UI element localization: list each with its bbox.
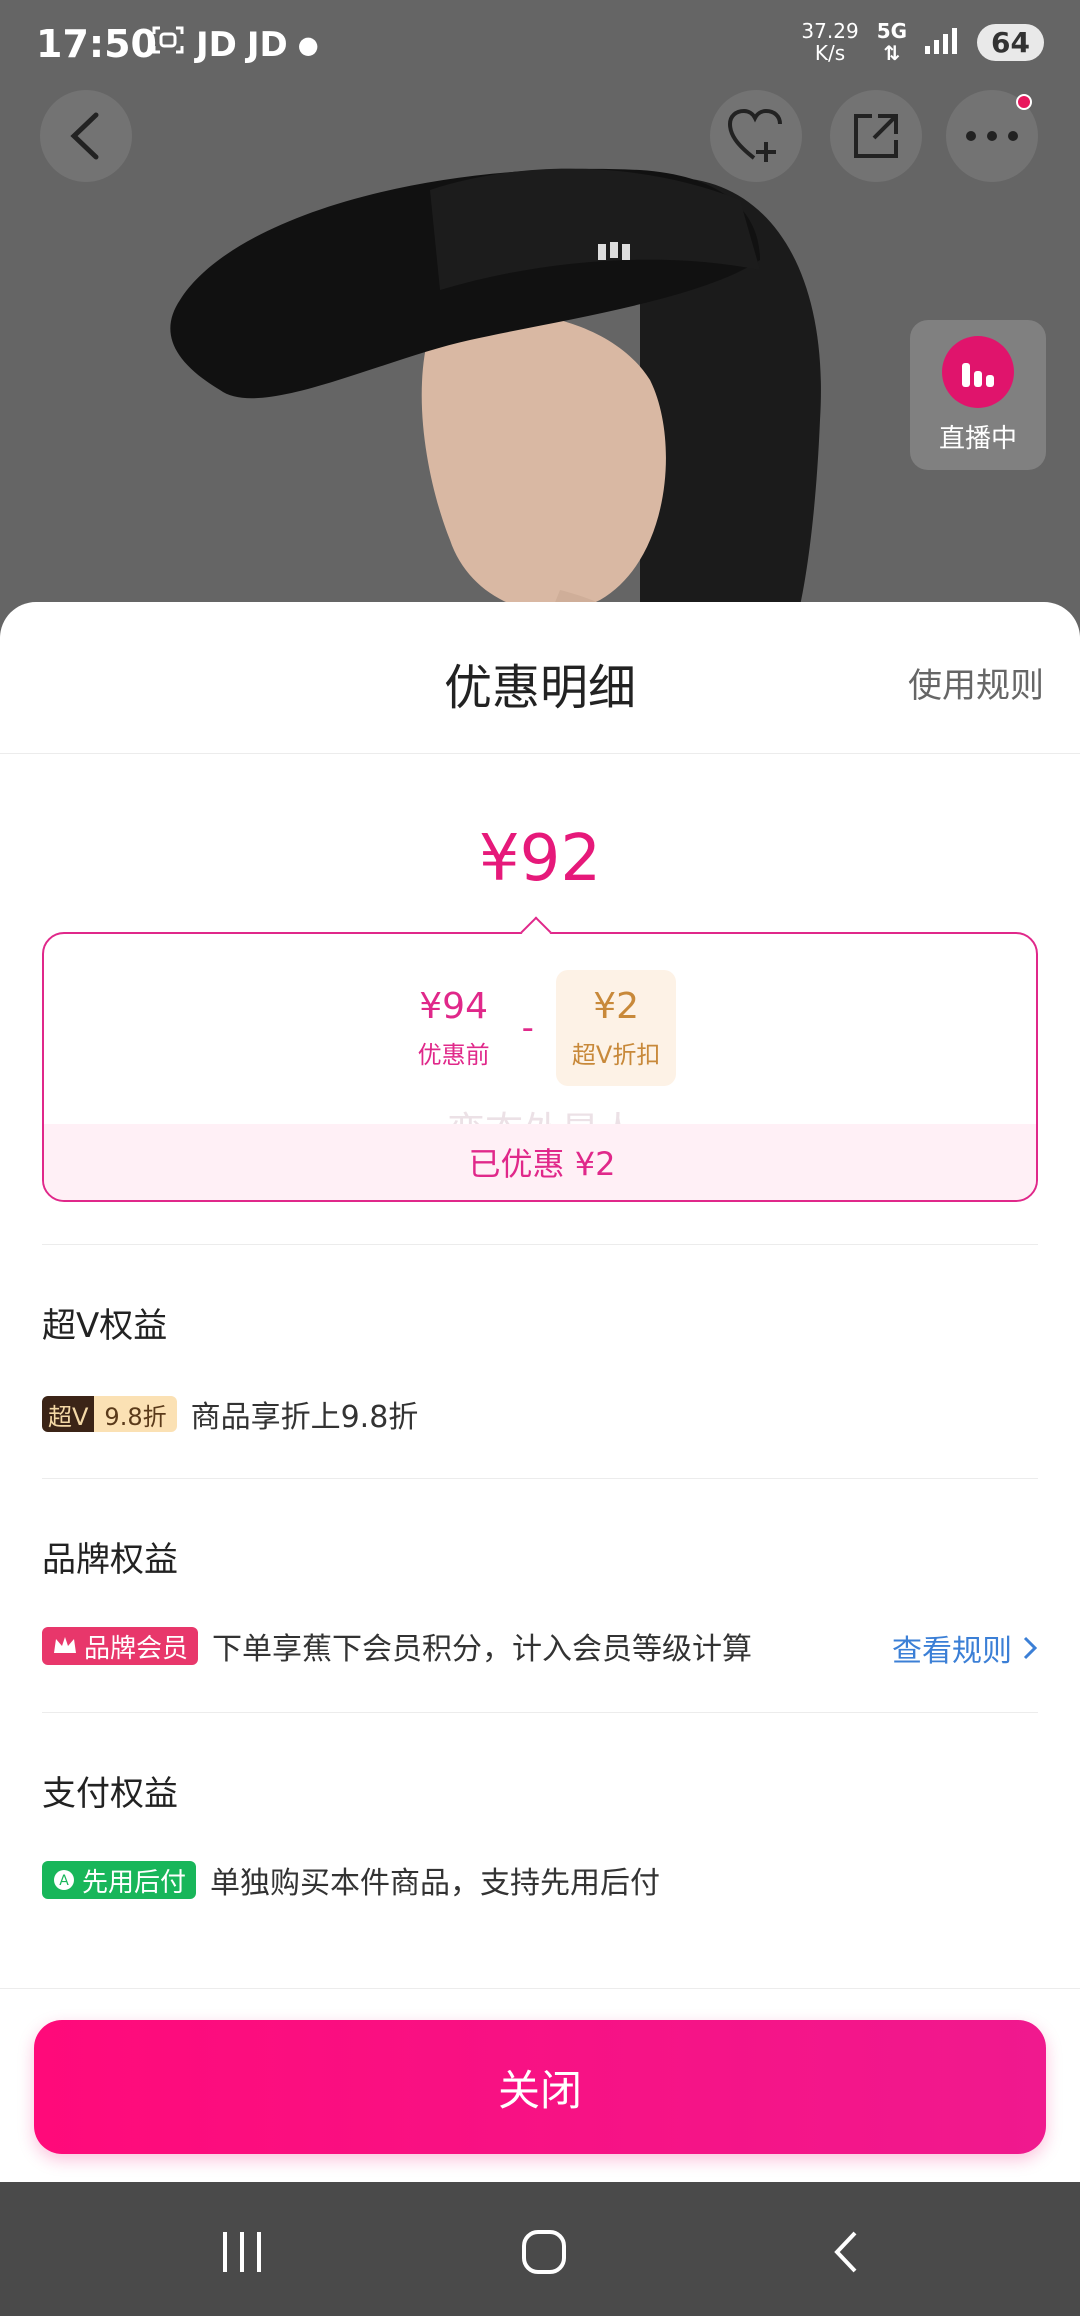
- live-bars-icon: [942, 335, 1014, 408]
- heart-plus-icon: [727, 108, 782, 162]
- more-button[interactable]: [946, 90, 1038, 182]
- divider: [42, 1478, 1038, 1479]
- recent-apps-icon: [223, 2232, 261, 2272]
- system-navigation-bar: [0, 2182, 1080, 2316]
- price-calculation-box: ¥94 优惠前 - ¥2 超V折扣 变态外星人 已优惠 ¥2: [42, 932, 1038, 1202]
- product-photo: [0, 0, 1080, 640]
- divider: [42, 1244, 1038, 1245]
- superv-tag: 超V 9.8折: [42, 1396, 177, 1432]
- status-app-icons: JD JD ●: [150, 24, 319, 65]
- usage-rules-link[interactable]: 使用规则: [908, 658, 1044, 707]
- brand-member-tag: 品牌会员: [42, 1627, 199, 1665]
- discount-detail-sheet: 优惠明细 使用规则 ¥92 ¥94 优惠前 - ¥2 超V折扣 变态外星人 已优…: [0, 602, 1080, 2182]
- more-dots-icon: [966, 131, 1018, 141]
- original-price: ¥94 优惠前: [417, 986, 490, 1069]
- brand-benefit-row: 品牌会员 下单享蕉下会员积分，计入会员等级计算: [42, 1624, 752, 1668]
- final-price: ¥92: [478, 822, 602, 896]
- recent-apps-button[interactable]: [202, 2222, 282, 2282]
- back-arrow-icon: [834, 2231, 857, 2273]
- system-back-button[interactable]: [806, 2222, 886, 2282]
- crown-icon: [54, 1637, 76, 1653]
- screenshot-icon: [150, 24, 186, 65]
- live-stream-button[interactable]: 直播中: [910, 320, 1046, 470]
- status-time: 17:50: [36, 22, 157, 66]
- status-right: 37.29 K/s 5G ⇅ 64: [801, 20, 1044, 64]
- superv-discount: ¥2 超V折扣: [555, 970, 677, 1086]
- status-app-jd: JD: [196, 24, 237, 65]
- divider: [0, 1988, 1080, 1989]
- superv-benefit-text: 商品享折上9.8折: [190, 1400, 419, 1435]
- calc-row: ¥94 优惠前 - ¥2 超V折扣: [44, 970, 1036, 1086]
- sheet-header: 优惠明细 使用规则: [0, 602, 1080, 754]
- home-icon: [522, 2230, 566, 2274]
- home-button[interactable]: [504, 2222, 584, 2282]
- back-button[interactable]: [40, 90, 132, 182]
- brand-benefit-text: 下单享蕉下会员积分，计入会员等级计算: [212, 1632, 753, 1667]
- view-rules-link[interactable]: 查看规则: [892, 1626, 1038, 1670]
- share-button[interactable]: [830, 90, 922, 182]
- battery-indicator: 64: [977, 23, 1044, 61]
- pay-benefit-row: A 先用后付 单独购买本件商品，支持先用后付: [42, 1858, 660, 1902]
- brand-section-title: 品牌权益: [42, 1540, 178, 1580]
- pay-later-icon: A: [54, 1870, 74, 1890]
- superv-benefit-row: 超V 9.8折 商品享折上9.8折: [42, 1392, 418, 1436]
- superv-section-title: 超V权益: [42, 1306, 168, 1346]
- data-arrows-icon: ⇅: [883, 41, 901, 65]
- notification-badge: [1016, 94, 1032, 110]
- total-saved: 已优惠 ¥2: [44, 1124, 1036, 1200]
- share-icon: [854, 114, 898, 158]
- close-button[interactable]: 关闭: [34, 2020, 1046, 2154]
- network-type: 5G ⇅: [876, 19, 908, 65]
- chevron-left-icon: [70, 112, 99, 160]
- pay-benefit-text: 单独购买本件商品，支持先用后付: [210, 1866, 661, 1901]
- divider: [42, 1712, 1038, 1713]
- status-app-jd: JD: [246, 24, 288, 65]
- svg-text:A: A: [59, 1873, 69, 1889]
- pay-later-tag: A 先用后付: [42, 1861, 197, 1899]
- network-speed: 37.29 K/s: [801, 19, 859, 65]
- signal-icon: [925, 26, 959, 58]
- product-background: 17:50 JD JD ● 37.29 K/s 5G ⇅ 64 直播中: [0, 0, 1080, 640]
- live-label: 直播中: [938, 423, 1017, 454]
- minus-sign: -: [521, 1008, 534, 1048]
- notification-dot-icon: ●: [297, 30, 319, 59]
- status-bar: 17:50 JD JD ● 37.29 K/s 5G ⇅ 64: [0, 0, 1080, 92]
- pay-section-title: 支付权益: [42, 1774, 178, 1814]
- chevron-right-icon: [1023, 1636, 1038, 1660]
- favorite-button[interactable]: [710, 90, 802, 182]
